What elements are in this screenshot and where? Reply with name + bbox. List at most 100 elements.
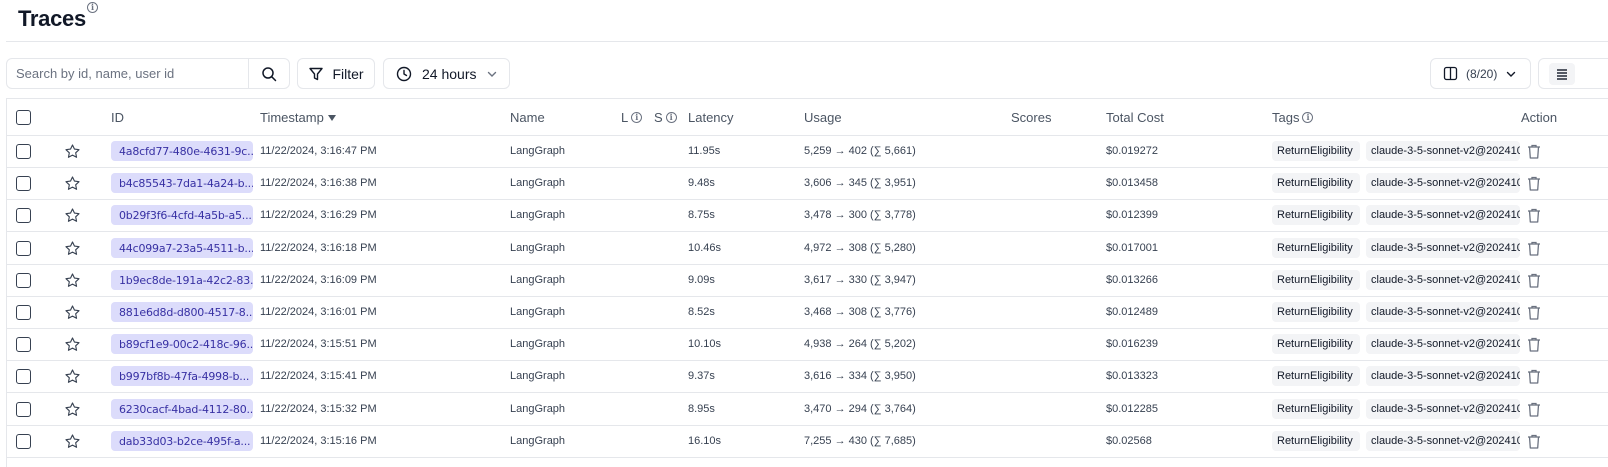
- cost-cell: $0.013266: [1106, 273, 1158, 286]
- delete-button[interactable]: [1526, 272, 1542, 289]
- header-latency[interactable]: Latency: [688, 110, 734, 125]
- header-scores[interactable]: Scores: [1011, 110, 1051, 125]
- trace-id-link[interactable]: 1b9ec8de-191a-42c2-83...: [111, 269, 253, 290]
- bookmark-button[interactable]: [64, 336, 81, 353]
- delete-button[interactable]: [1526, 336, 1542, 353]
- tag-badge: ReturnEligibility: [1272, 173, 1360, 194]
- usage-cell: 3,617 → 330 (∑ 3,947): [804, 273, 916, 286]
- bookmark-button[interactable]: [64, 433, 81, 450]
- table-row[interactable]: 0b29f3f6-4cfd-4a5b-a5... 11/22/2024, 3:16…: [7, 200, 1608, 233]
- latency-cell: 11.95s: [688, 145, 721, 157]
- info-icon[interactable]: i: [1302, 112, 1314, 123]
- header-timestamp[interactable]: Timestamp: [260, 110, 337, 125]
- select-all-checkbox[interactable]: [16, 110, 31, 125]
- star-icon: [65, 176, 80, 191]
- delete-button[interactable]: [1526, 433, 1542, 450]
- row-density-button[interactable]: [1538, 58, 1608, 89]
- delete-button[interactable]: [1526, 368, 1542, 385]
- tag-badge: ReturnEligibility: [1272, 269, 1360, 290]
- table-row[interactable]: b997bf8b-47fa-4998-b... 11/22/2024, 3:15:…: [7, 361, 1608, 394]
- table-row[interactable]: dab33d03-b2ce-495f-a... 11/22/2024, 3:15:…: [7, 426, 1608, 458]
- trace-id-link[interactable]: b997bf8b-47fa-4998-b...: [111, 366, 253, 387]
- row-checkbox[interactable]: [16, 337, 31, 353]
- header-tags[interactable]: Tags i: [1272, 110, 1314, 125]
- table-row[interactable]: b89cf1e9-00c2-418c-96... 11/22/2024, 3:15…: [7, 329, 1608, 362]
- search-input[interactable]: [7, 59, 249, 88]
- trash-icon: [1528, 177, 1540, 191]
- bookmark-button[interactable]: [64, 207, 81, 224]
- header-level[interactable]: L i: [621, 110, 647, 125]
- delete-button[interactable]: [1526, 304, 1542, 321]
- header-usage[interactable]: Usage: [804, 110, 842, 125]
- time-range-select[interactable]: 24 hours: [383, 58, 510, 89]
- header-total-cost[interactable]: Total Cost: [1106, 110, 1164, 125]
- name-cell: LangGraph: [510, 306, 566, 318]
- row-checkbox[interactable]: [16, 401, 31, 417]
- info-icon[interactable]: i: [665, 112, 677, 123]
- timestamp-cell: 11/22/2024, 3:16:47 PM: [260, 145, 377, 157]
- table-row[interactable]: 881e6d8d-d800-4517-8... 11/22/2024, 3:16:…: [7, 297, 1608, 329]
- header-action: Action: [1521, 110, 1558, 125]
- star-icon: [65, 337, 80, 352]
- page-title: Traces: [18, 6, 86, 31]
- row-checkbox[interactable]: [16, 272, 31, 288]
- header-name[interactable]: Name: [510, 110, 545, 125]
- row-density-active: [1549, 62, 1575, 85]
- sort-desc-icon: [327, 114, 336, 121]
- row-checkbox[interactable]: [16, 176, 31, 192]
- bookmark-button[interactable]: [64, 304, 81, 321]
- row-checkbox[interactable]: [16, 240, 31, 256]
- delete-button[interactable]: [1526, 240, 1542, 257]
- usage-cell: 3,468 → 308 (∑ 3,776): [804, 306, 916, 318]
- tag-badge: ReturnEligibility: [1272, 237, 1360, 258]
- bookmark-button[interactable]: [64, 175, 81, 192]
- table-row[interactable]: 4a8cfd77-480e-4631-9c... 11/22/2024, 3:16…: [7, 136, 1608, 168]
- usage-cell: 7,255 → 430 (∑ 7,685): [804, 434, 916, 447]
- trace-id-link[interactable]: b4c85543-7da1-4a24-b...: [111, 173, 253, 194]
- columns-visibility-button[interactable]: (8/20): [1430, 58, 1531, 89]
- usage-cell: 5,259 → 402 (∑ 5,661): [804, 145, 916, 157]
- usage-cell: 3,478 → 300 (∑ 3,778): [804, 209, 916, 222]
- delete-button[interactable]: [1526, 143, 1542, 160]
- title-info-icon[interactable]: i: [87, 2, 98, 13]
- tag-badge: ReturnEligibility: [1272, 334, 1360, 355]
- table-row[interactable]: b4c85543-7da1-4a24-b... 11/22/2024, 3:16:…: [7, 168, 1608, 201]
- trash-icon: [1528, 338, 1540, 352]
- filter-button[interactable]: Filter: [297, 58, 375, 89]
- search-button[interactable]: [249, 59, 289, 88]
- bookmark-button[interactable]: [64, 143, 81, 160]
- timestamp-cell: 11/22/2024, 3:16:38 PM: [260, 177, 377, 190]
- bookmark-button[interactable]: [64, 240, 81, 257]
- table-row[interactable]: 6230cacf-4bad-4112-80... 11/22/2024, 3:15…: [7, 394, 1608, 426]
- row-checkbox[interactable]: [16, 208, 31, 224]
- delete-button[interactable]: [1526, 401, 1542, 418]
- bookmark-button[interactable]: [64, 368, 81, 385]
- row-checkbox[interactable]: [16, 144, 31, 159]
- trace-id-link[interactable]: 0b29f3f6-4cfd-4a5b-a5...: [111, 205, 253, 226]
- usage-cell: 4,972 → 308 (∑ 5,280): [804, 241, 916, 254]
- trace-id-link[interactable]: 6230cacf-4bad-4112-80...: [111, 398, 253, 419]
- bookmark-button[interactable]: [64, 401, 81, 418]
- row-checkbox[interactable]: [16, 433, 31, 449]
- tag-badge: ReturnEligibility: [1272, 430, 1360, 451]
- header-status[interactable]: S i: [654, 110, 677, 125]
- delete-button[interactable]: [1526, 175, 1542, 192]
- trace-id-link[interactable]: 44c099a7-23a5-4511-b...: [111, 237, 253, 258]
- table-row[interactable]: 1b9ec8de-191a-42c2-83... 11/22/2024, 3:16…: [7, 265, 1608, 297]
- tag-badge: ReturnEligibility: [1272, 205, 1360, 226]
- delete-button[interactable]: [1526, 207, 1542, 224]
- row-checkbox[interactable]: [16, 369, 31, 385]
- trace-id-link[interactable]: b89cf1e9-00c2-418c-96...: [111, 334, 253, 355]
- header-id[interactable]: ID: [111, 110, 124, 125]
- trace-id-link[interactable]: 881e6d8d-d800-4517-8...: [111, 302, 253, 322]
- table-row[interactable]: 44c099a7-23a5-4511-b... 11/22/2024, 3:16:…: [7, 233, 1608, 265]
- filter-icon: [309, 67, 324, 80]
- info-icon[interactable]: i: [631, 112, 643, 123]
- row-checkbox[interactable]: [16, 305, 31, 320]
- trace-id-link[interactable]: 4a8cfd77-480e-4631-9c...: [111, 141, 253, 161]
- bookmark-button[interactable]: [64, 272, 81, 289]
- list-icon: [1557, 68, 1567, 80]
- clock-icon: [396, 66, 412, 81]
- usage-cell: 3,616 → 334 (∑ 3,950): [804, 370, 916, 383]
- trace-id-link[interactable]: dab33d03-b2ce-495f-a...: [111, 430, 253, 451]
